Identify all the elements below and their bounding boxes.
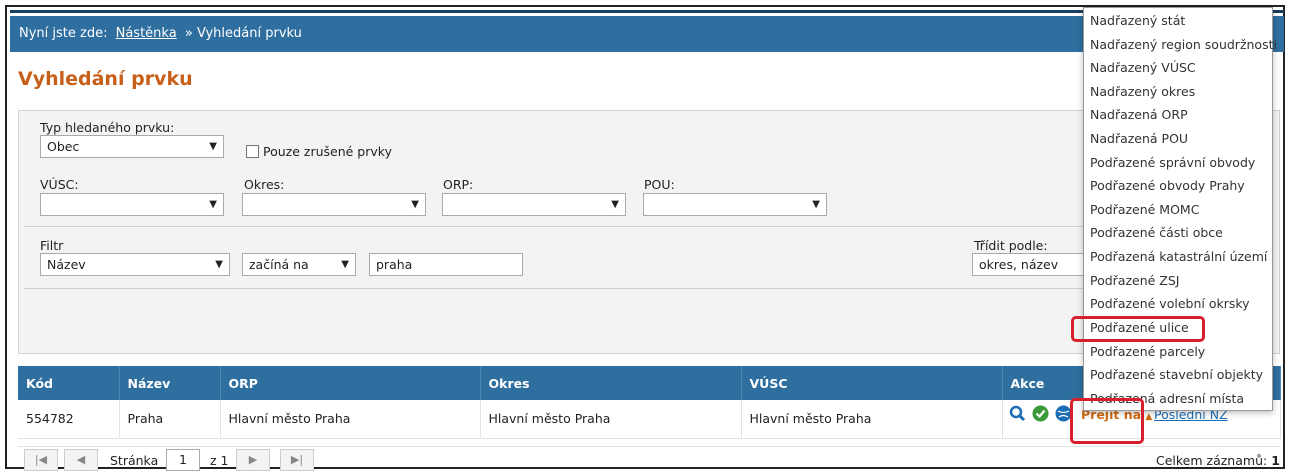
cancelled-checkbox[interactable]	[246, 145, 259, 158]
menu-item[interactable]: Podřazená katastrální území	[1090, 246, 1267, 268]
vusc-label: VÚSC:	[40, 177, 79, 192]
page-of-label: z 1	[210, 453, 229, 468]
menu-item[interactable]: Podřazené ZSJ	[1090, 270, 1180, 292]
page-title: Vyhledání prvku	[18, 68, 193, 90]
orp-select[interactable]: ▼	[442, 193, 626, 216]
menu-item[interactable]: Podřazené volební okrsky	[1090, 293, 1250, 315]
total-label-text: Celkem záznamů:	[1156, 453, 1268, 468]
breadcrumb-prefix: Nyní jste zde:	[19, 26, 108, 41]
column-header-okres[interactable]: Okres	[480, 366, 742, 400]
pager: |◀ ◀ Stránka 1 z 1 ▶ ▶| Celkem záznamů: …	[18, 446, 1280, 472]
total-label: Celkem záznamů: 1	[1156, 453, 1280, 468]
search-icon[interactable]	[1009, 405, 1026, 422]
page-label: Stránka	[110, 453, 159, 468]
menu-item[interactable]: Podřazené obvody Prahy	[1090, 175, 1245, 197]
column-header-vusc[interactable]: VÚSC	[741, 366, 1003, 400]
pou-label: POU:	[644, 177, 675, 192]
cell-nazev: Praha	[119, 400, 221, 439]
column-header-orp[interactable]: ORP	[220, 366, 481, 400]
type-select[interactable]: Obec ▼	[40, 135, 224, 158]
menu-item[interactable]: Podřazené správní obvody	[1090, 152, 1255, 174]
caret-up-icon: ▲	[1145, 412, 1153, 422]
filter-op-select[interactable]: začíná na ▼	[242, 253, 356, 276]
menu-item[interactable]: Nadřazený region soudržnosti	[1090, 34, 1277, 56]
chevron-down-icon: ▼	[411, 199, 419, 210]
okres-label: Okres:	[244, 177, 285, 192]
chevron-down-icon: ▼	[341, 259, 349, 270]
filter-field-select[interactable]: Název ▼	[40, 253, 230, 276]
breadcrumb-separator: »	[184, 26, 193, 41]
highlight-goto	[1070, 398, 1144, 444]
breadcrumb-current: Vyhledání prvku	[196, 26, 302, 41]
menu-item[interactable]: Podřazené stavební objekty	[1090, 364, 1263, 386]
orp-label: ORP:	[443, 177, 474, 192]
chevron-down-icon: ▼	[812, 199, 820, 210]
chevron-down-icon: ▼	[611, 199, 619, 210]
menu-item[interactable]: Podřazené parcely	[1090, 341, 1205, 363]
column-header-nazev[interactable]: Název	[119, 366, 221, 400]
chevron-down-icon: ▼	[209, 141, 217, 152]
breadcrumb-home-link[interactable]: Nástěnka	[116, 26, 177, 41]
filter-op-value: začíná na	[249, 257, 309, 272]
okres-select[interactable]: ▼	[242, 193, 426, 216]
filter-value-input[interactable]: praha	[369, 253, 523, 276]
page-input[interactable]: 1	[166, 449, 200, 471]
sort-select[interactable]: okres, název	[972, 253, 1084, 276]
menu-item[interactable]: Nadřazená POU	[1090, 128, 1188, 150]
filter-field-value: Název	[47, 257, 86, 272]
goto-dropdown-menu: Nadřazený stát Nadřazený region soudržno…	[1083, 7, 1277, 411]
pou-select[interactable]: ▼	[643, 193, 827, 216]
sort-label: Třídit podle:	[974, 238, 1048, 253]
menu-item[interactable]: Podřazené části obce	[1090, 222, 1223, 244]
cell-okres: Hlavní město Praha	[480, 400, 742, 439]
cell-vusc: Hlavní město Praha	[741, 400, 1003, 439]
cell-orp: Hlavní město Praha	[220, 400, 481, 439]
cell-kod: 554782	[18, 400, 120, 439]
total-count: 1	[1271, 453, 1280, 468]
menu-item[interactable]: Nadřazená ORP	[1090, 104, 1188, 126]
last-page-button[interactable]: ▶|	[280, 449, 314, 471]
vusc-select[interactable]: ▼	[40, 193, 224, 216]
chevron-down-icon: ▼	[215, 259, 223, 270]
prev-page-button[interactable]: ◀	[64, 449, 98, 471]
menu-item[interactable]: Nadřazený stát	[1090, 10, 1185, 32]
type-label: Typ hledaného prvku:	[40, 120, 175, 135]
divider	[24, 288, 1134, 289]
cancelled-label: Pouze zrušené prvky	[263, 144, 392, 159]
menu-item[interactable]: Nadřazený okres	[1090, 81, 1195, 103]
menu-item[interactable]: Podřazené MOMC	[1090, 199, 1199, 221]
highlight-streets	[1071, 316, 1205, 342]
type-select-value: Obec	[47, 139, 80, 154]
filter-label: Filtr	[40, 238, 64, 253]
first-page-button[interactable]: |◀	[24, 449, 58, 471]
sort-value: okres, název	[979, 257, 1059, 272]
divider	[24, 226, 1134, 227]
column-header-kod[interactable]: Kód	[18, 366, 120, 400]
check-icon[interactable]	[1032, 405, 1049, 422]
menu-item[interactable]: Nadřazený VÚSC	[1090, 57, 1196, 79]
next-page-button[interactable]: ▶	[236, 449, 270, 471]
chevron-down-icon: ▼	[209, 199, 217, 210]
